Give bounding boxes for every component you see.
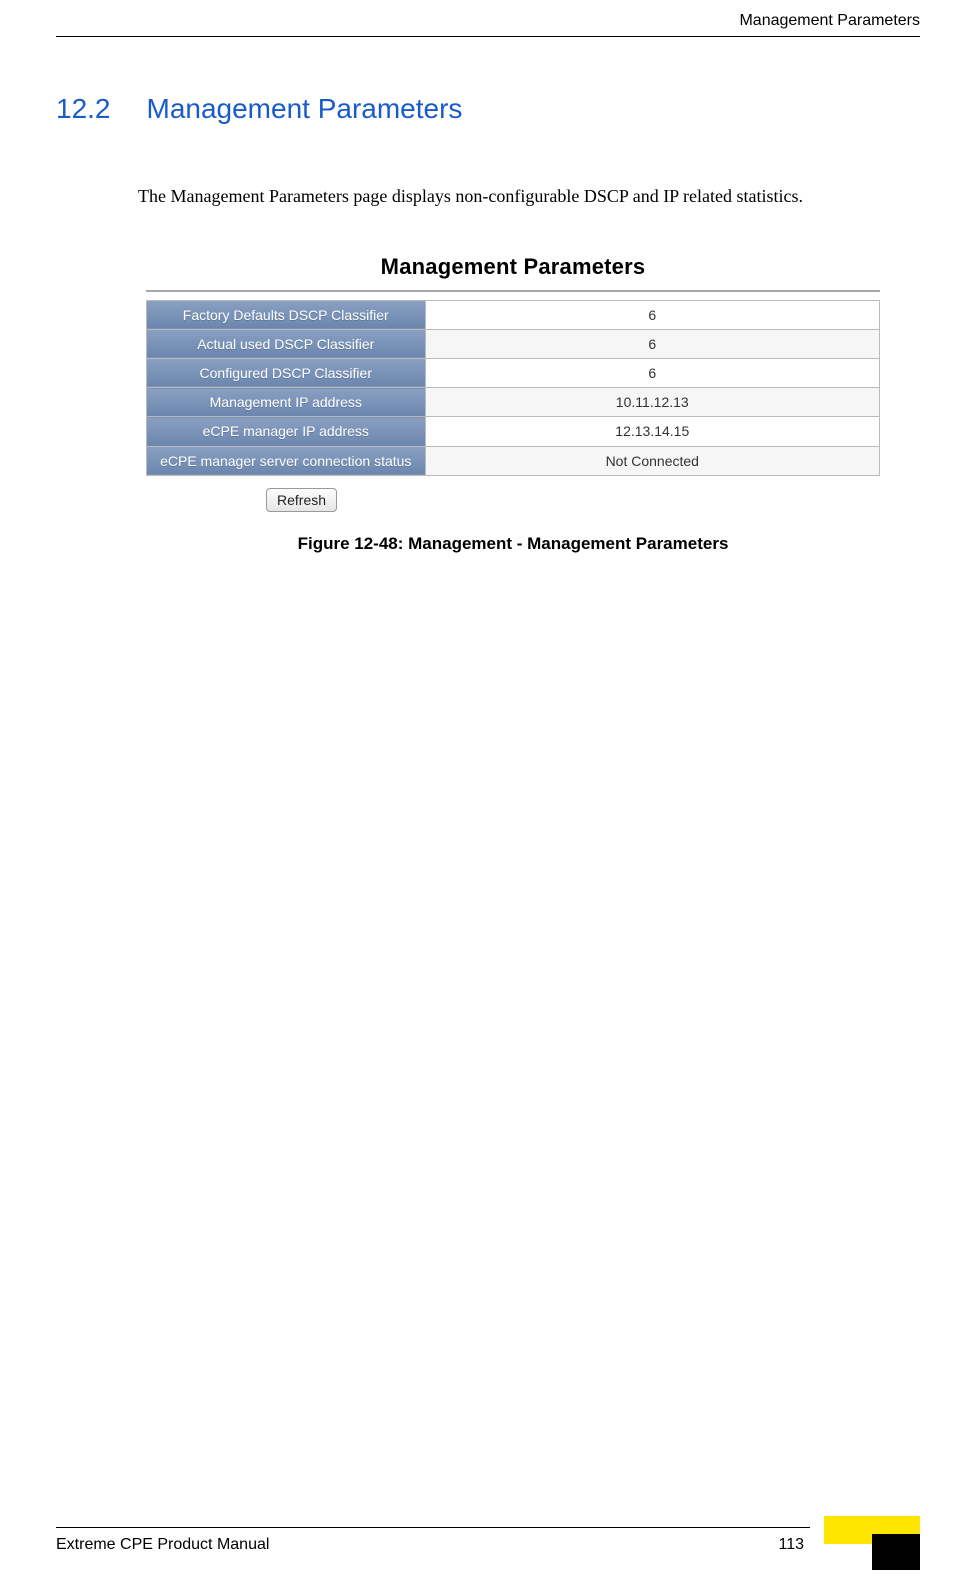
table-row: Management IP address 10.11.12.13 <box>147 388 880 417</box>
corner-mark <box>824 1516 920 1570</box>
page-footer: Extreme CPE Product Manual 113 <box>56 1527 920 1554</box>
param-value: 6 <box>425 300 879 329</box>
param-label: eCPE manager IP address <box>147 417 426 446</box>
param-label: Configured DSCP Classifier <box>147 358 426 387</box>
param-value: 12.13.14.15 <box>425 417 879 446</box>
panel-title: Management Parameters <box>138 248 888 290</box>
manual-title: Extreme CPE Product Manual <box>56 1536 269 1554</box>
intro-paragraph: The Management Parameters page displays … <box>138 181 920 212</box>
table-row: eCPE manager IP address 12.13.14.15 <box>147 417 880 446</box>
table-row: eCPE manager server connection status No… <box>147 446 880 475</box>
param-value: 10.11.12.13 <box>425 388 879 417</box>
param-value: Not Connected <box>425 446 879 475</box>
param-value: 6 <box>425 329 879 358</box>
running-title: Management Parameters <box>739 12 920 29</box>
param-label: Management IP address <box>147 388 426 417</box>
param-value: 6 <box>425 358 879 387</box>
button-row: Refresh <box>266 488 888 512</box>
corner-black-box <box>872 1534 920 1570</box>
page-header: Management Parameters <box>56 0 920 37</box>
section-number: 12.2 <box>56 93 111 125</box>
section-title: Management Parameters <box>147 93 463 124</box>
figure: Management Parameters Factory Defaults D… <box>138 248 888 554</box>
footer-rule <box>56 1527 810 1528</box>
panel-divider <box>146 290 880 292</box>
table-row: Actual used DSCP Classifier 6 <box>147 329 880 358</box>
screenshot-panel: Management Parameters Factory Defaults D… <box>138 248 888 512</box>
figure-caption: Figure 12-48: Management - Management Pa… <box>138 534 888 554</box>
table-row: Factory Defaults DSCP Classifier 6 <box>147 300 880 329</box>
refresh-button[interactable]: Refresh <box>266 488 337 512</box>
param-label: eCPE manager server connection status <box>147 446 426 475</box>
param-label: Actual used DSCP Classifier <box>147 329 426 358</box>
page-number: 113 <box>778 1536 804 1554</box>
section-heading: 12.2 Management Parameters <box>56 93 920 125</box>
params-table: Factory Defaults DSCP Classifier 6 Actua… <box>146 300 880 476</box>
param-label: Factory Defaults DSCP Classifier <box>147 300 426 329</box>
table-row: Configured DSCP Classifier 6 <box>147 358 880 387</box>
